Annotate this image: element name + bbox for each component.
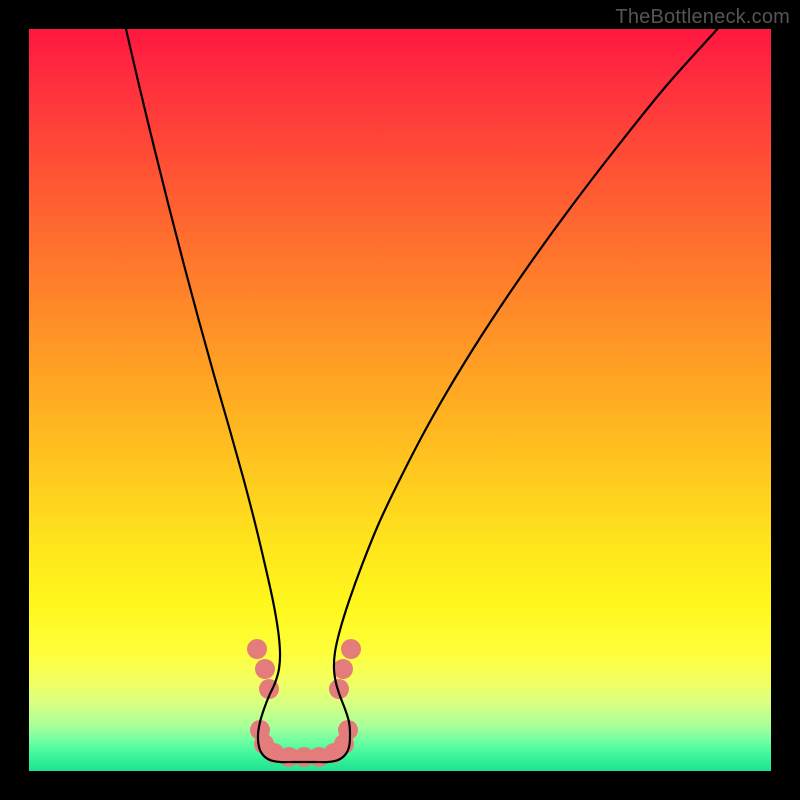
pink-band-dot — [247, 639, 267, 659]
pink-band-dot — [341, 639, 361, 659]
plot-area — [29, 29, 771, 771]
pink-band-dot — [255, 659, 275, 679]
pink-band-dot — [338, 720, 358, 740]
chart-frame: TheBottleneck.com — [0, 0, 800, 800]
watermark-text: TheBottleneck.com — [615, 6, 790, 29]
pink-band-dot — [333, 659, 353, 679]
left-curve — [126, 29, 304, 762]
pink-band — [247, 639, 361, 767]
chart-svg — [29, 29, 771, 771]
right-curve — [304, 29, 771, 762]
